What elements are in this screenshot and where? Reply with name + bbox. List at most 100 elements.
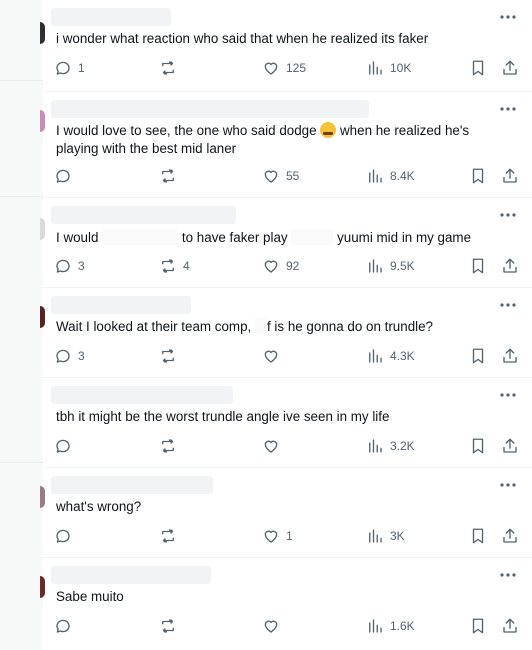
redacted-text bbox=[254, 318, 267, 334]
action-bar: 1 125 10K bbox=[43, 58, 532, 78]
views-button[interactable]: 4.3K bbox=[366, 346, 415, 366]
reply-icon bbox=[56, 349, 70, 363]
reply-button[interactable]: 3 bbox=[54, 256, 85, 276]
view-count: 1.6K bbox=[390, 619, 415, 633]
view-count: 10K bbox=[390, 61, 412, 75]
reply-text: Wait I looked at their team comp, f is h… bbox=[56, 318, 492, 336]
repost-button[interactable] bbox=[159, 166, 183, 186]
heart-icon bbox=[264, 62, 278, 75]
share-button[interactable] bbox=[501, 166, 519, 186]
reply-button[interactable] bbox=[54, 526, 78, 546]
crying-face-icon bbox=[320, 122, 337, 138]
like-button[interactable]: 125 bbox=[262, 58, 306, 78]
column-separator bbox=[0, 80, 43, 81]
view-count: 3.2K bbox=[390, 439, 415, 453]
reply-tweet[interactable]: I would to have faker play yuumi mid in … bbox=[43, 198, 532, 288]
user-header-redacted bbox=[51, 206, 236, 224]
like-count: 92 bbox=[286, 259, 300, 273]
bookmark-button[interactable] bbox=[469, 256, 487, 276]
reply-button[interactable] bbox=[54, 166, 78, 186]
more-icon[interactable] bbox=[496, 102, 520, 116]
reply-icon bbox=[56, 61, 70, 75]
repost-button[interactable]: 4 bbox=[159, 256, 190, 276]
reply-count: 3 bbox=[78, 259, 85, 273]
reply-text-segment: I would love to see, the one who said do… bbox=[56, 123, 321, 138]
reply-tweet[interactable]: Sabe muito 1.6K bbox=[43, 558, 532, 650]
like-button[interactable]: 92 bbox=[262, 256, 299, 276]
share-button[interactable] bbox=[501, 256, 519, 276]
reply-count: 1 bbox=[78, 61, 85, 75]
heart-icon bbox=[264, 440, 278, 453]
like-button[interactable]: 55 bbox=[262, 166, 299, 186]
reply-icon bbox=[56, 619, 70, 633]
share-icon bbox=[503, 60, 517, 75]
repost-count: 4 bbox=[183, 259, 190, 273]
repost-button[interactable] bbox=[159, 436, 183, 456]
reply-button[interactable]: 3 bbox=[54, 346, 85, 366]
bookmark-icon bbox=[472, 168, 484, 184]
left-column-edge bbox=[0, 0, 43, 650]
like-count: 1 bbox=[286, 529, 293, 543]
share-button[interactable] bbox=[501, 346, 519, 366]
reply-text-segment: when he realized he's bbox=[336, 123, 470, 138]
views-button[interactable]: 1.6K bbox=[366, 616, 415, 636]
heart-icon bbox=[264, 350, 278, 363]
reply-text: i wonder what reaction who said that whe… bbox=[56, 31, 429, 46]
reply-tweet[interactable]: i wonder what reaction who said that whe… bbox=[43, 0, 532, 92]
more-icon[interactable] bbox=[496, 478, 520, 492]
share-button[interactable] bbox=[501, 616, 519, 636]
action-bar: 3 4 92 9.5K bbox=[43, 256, 532, 276]
reply-button[interactable] bbox=[54, 436, 78, 456]
share-button[interactable] bbox=[501, 436, 519, 456]
heart-icon bbox=[264, 620, 278, 633]
replies-feed: i wonder what reaction who said that whe… bbox=[43, 0, 532, 650]
more-icon[interactable] bbox=[496, 10, 520, 24]
views-icon bbox=[369, 619, 382, 633]
share-button[interactable] bbox=[501, 58, 519, 78]
views-button[interactable]: 10K bbox=[366, 58, 411, 78]
reply-button[interactable]: 1 bbox=[54, 58, 85, 78]
like-button[interactable] bbox=[262, 346, 286, 366]
action-bar: 3.2K bbox=[43, 436, 532, 456]
bookmark-button[interactable] bbox=[469, 58, 487, 78]
action-bar: 55 8.4K bbox=[43, 166, 532, 186]
user-header-redacted bbox=[51, 100, 369, 118]
more-icon[interactable] bbox=[496, 298, 520, 312]
like-button[interactable]: 1 bbox=[262, 526, 293, 546]
repost-button[interactable] bbox=[159, 616, 183, 636]
repost-icon bbox=[162, 529, 174, 543]
reply-tweet[interactable]: Wait I looked at their team comp, f is h… bbox=[43, 288, 532, 378]
reply-text: Sabe muito bbox=[56, 589, 124, 604]
reply-tweet[interactable]: tbh it might be the worst trundle angle … bbox=[43, 378, 532, 468]
repost-button[interactable] bbox=[159, 346, 183, 366]
reply-text: I would love to see, the one who said do… bbox=[56, 122, 492, 140]
more-icon[interactable] bbox=[496, 568, 520, 582]
views-button[interactable]: 3.2K bbox=[366, 436, 415, 456]
repost-button[interactable] bbox=[159, 526, 183, 546]
views-button[interactable]: 9.5K bbox=[366, 256, 415, 276]
bookmark-button[interactable] bbox=[469, 346, 487, 366]
views-icon bbox=[369, 349, 382, 363]
repost-icon bbox=[162, 61, 174, 75]
reply-button[interactable] bbox=[54, 616, 78, 636]
reply-count: 3 bbox=[78, 349, 85, 363]
reply-text: what's wrong? bbox=[56, 499, 142, 514]
repost-button[interactable] bbox=[159, 58, 183, 78]
views-button[interactable]: 8.4K bbox=[366, 166, 415, 186]
share-button[interactable] bbox=[501, 526, 519, 546]
like-count: 125 bbox=[286, 61, 307, 75]
bookmark-button[interactable] bbox=[469, 526, 487, 546]
views-button[interactable]: 3K bbox=[366, 526, 405, 546]
bookmark-button[interactable] bbox=[469, 436, 487, 456]
action-bar: 3 4.3K bbox=[43, 346, 532, 366]
reply-tweet[interactable]: what's wrong? 1 3K bbox=[43, 468, 532, 558]
bookmark-button[interactable] bbox=[469, 616, 487, 636]
reply-tweet[interactable]: I would love to see, the one who said do… bbox=[43, 92, 532, 198]
like-button[interactable] bbox=[262, 436, 286, 456]
like-button[interactable] bbox=[262, 616, 286, 636]
views-icon bbox=[369, 259, 382, 273]
more-icon[interactable] bbox=[496, 208, 520, 222]
share-icon bbox=[503, 528, 517, 543]
bookmark-button[interactable] bbox=[469, 166, 487, 186]
more-icon[interactable] bbox=[496, 388, 520, 402]
